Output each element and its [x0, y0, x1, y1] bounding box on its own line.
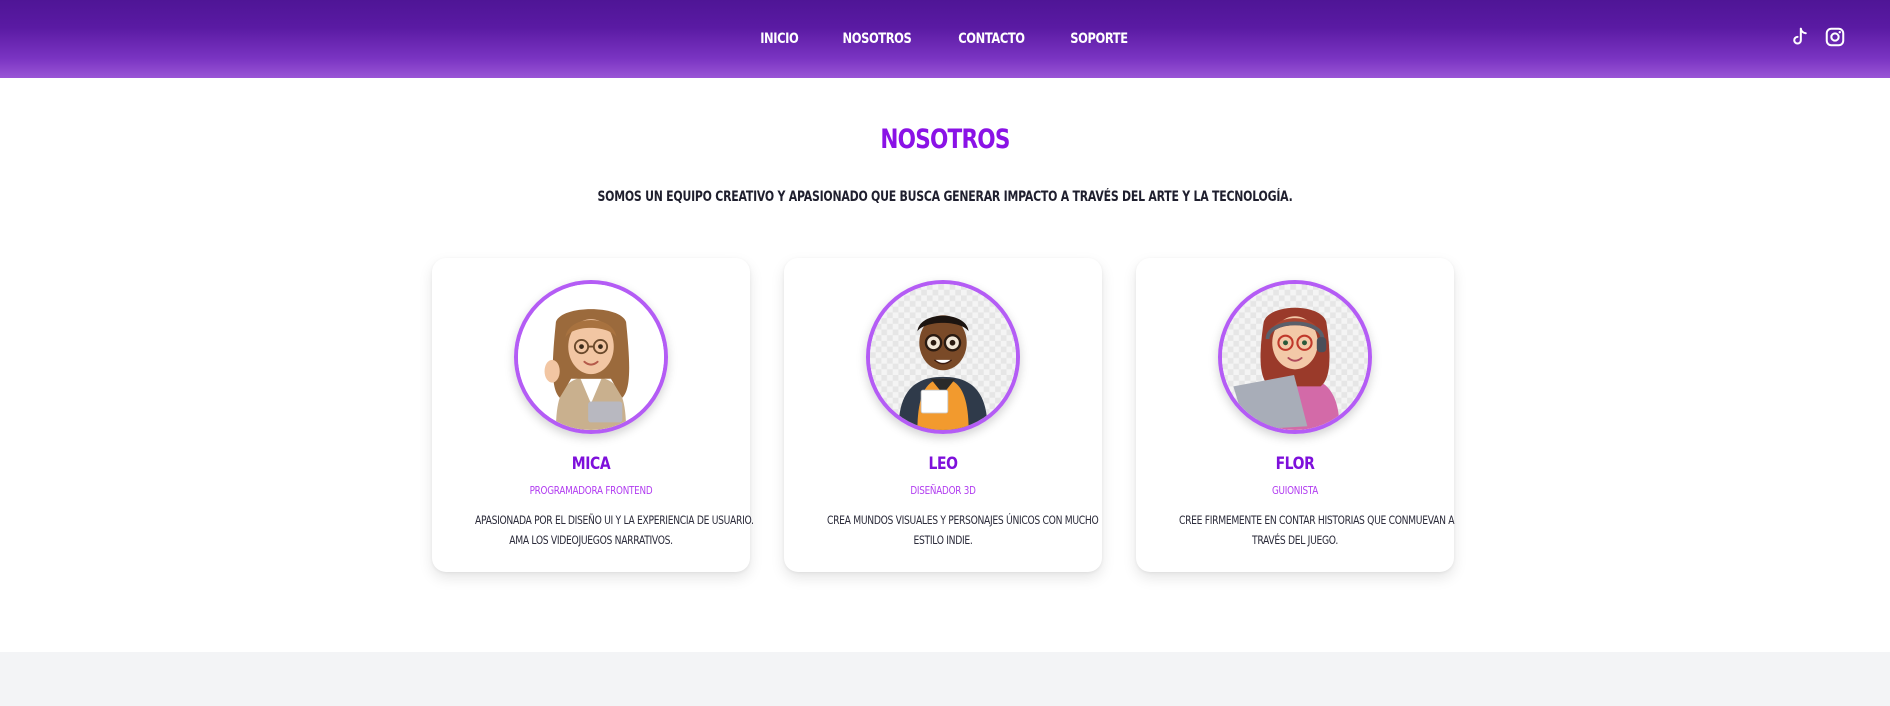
avatar [1218, 280, 1372, 434]
member-role: GUIONISTA [1271, 484, 1319, 497]
tiktok-icon[interactable] [1788, 26, 1810, 48]
member-bio: CREE FIRMEMENTE EN CONTAR HISTORIAS QUE … [1150, 510, 1455, 550]
section-description: SOMOS UN EQUIPO CREATIVO Y APASIONADO QU… [597, 189, 1293, 205]
member-bio-line: APASIONADA POR EL DISEÑO UI Y LA EXPERIE… [475, 513, 754, 527]
member-bio: CREA MUNDOS VISUALES Y PERSONAJES ÚNICOS… [798, 510, 1099, 550]
member-name: LEO [928, 454, 958, 474]
member-bio-line: ESTILO INDIE. [913, 533, 973, 547]
avatar-illustration-leo [870, 284, 1016, 430]
member-bio-line: CREA MUNDOS VISUALES Y PERSONAJES ÚNICOS… [827, 513, 1099, 527]
member-bio-line: AMA LOS VIDEOJUEGOS NARRATIVOS. [509, 533, 673, 547]
footer-band [0, 652, 1890, 706]
top-navbar: INICIO NOSOTROS CONTACTO SOPORTE [0, 0, 1890, 78]
avatar-illustration-flor [1222, 284, 1368, 430]
member-name: FLOR [1275, 454, 1315, 474]
member-bio-line: CREE FIRMEMENTE EN CONTAR HISTORIAS QUE … [1179, 513, 1455, 527]
nav-link-inicio[interactable]: INICIO [761, 31, 800, 47]
instagram-icon[interactable] [1824, 26, 1846, 48]
nav-link-soporte[interactable]: SOPORTE [1070, 31, 1128, 47]
member-bio-line: TRAVÉS DEL JUEGO. [1252, 533, 1338, 547]
member-role: PROGRAMADORA FRONTEND [529, 484, 653, 497]
avatar [866, 280, 1020, 434]
avatar-illustration-mica [518, 284, 664, 430]
main-nav: INICIO NOSOTROS CONTACTO SOPORTE [0, 0, 1890, 78]
nav-link-contacto[interactable]: CONTACTO [958, 31, 1025, 47]
social-links [1788, 26, 1846, 48]
member-bio: APASIONADA POR EL DISEÑO UI Y LA EXPERIE… [446, 510, 754, 550]
team-card-leo: LEO DISEÑADOR 3D CREA MUNDOS VISUALES Y … [784, 258, 1102, 572]
team-card-flor: FLOR GUIONISTA CREE FIRMEMENTE EN CONTAR… [1136, 258, 1455, 572]
avatar [514, 280, 668, 434]
nav-link-nosotros[interactable]: NOSOTROS [842, 31, 911, 47]
member-name: MICA [571, 454, 611, 474]
team-card-mica: MICA PROGRAMADORA FRONTEND APASIONADA PO… [432, 258, 754, 572]
member-role: DISEÑADOR 3D [910, 484, 976, 497]
section-title: NOSOTROS [880, 124, 1010, 155]
